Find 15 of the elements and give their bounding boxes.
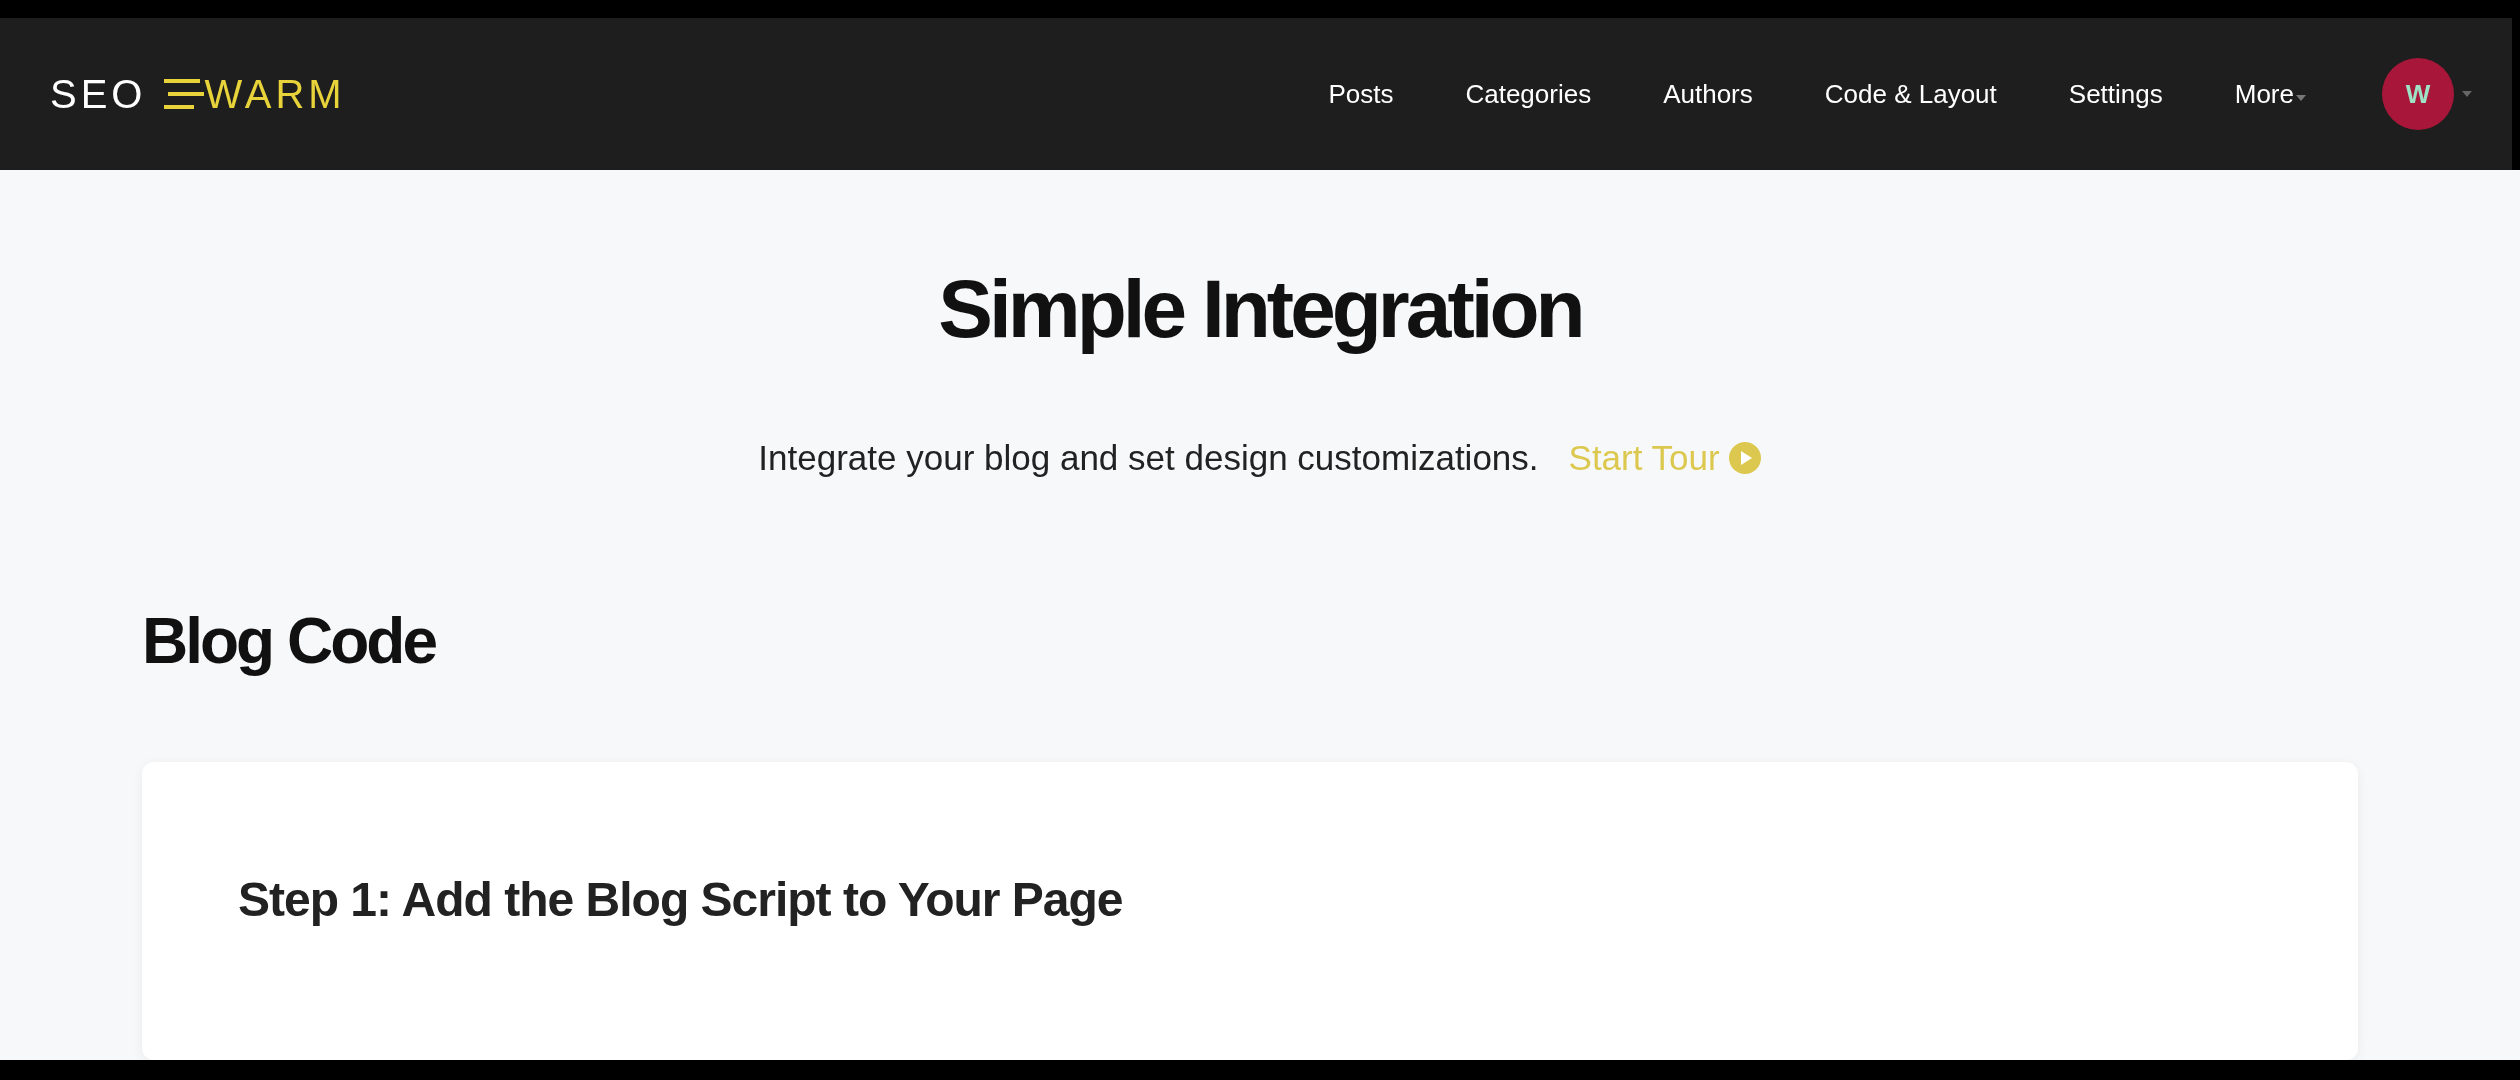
page-title: Simple Integration xyxy=(937,262,1583,356)
user-avatar[interactable]: W xyxy=(2382,58,2454,130)
nav-link[interactable]: Settings xyxy=(2032,68,2199,120)
nav-link[interactable]: Categories xyxy=(1429,68,1628,120)
section-heading: Blog Code xyxy=(142,604,437,678)
logo[interactable]: SEO WARM xyxy=(50,71,346,117)
nav-link[interactable]: Authors xyxy=(1627,68,1789,120)
nav-link[interactable]: Posts xyxy=(1292,68,1430,120)
play-icon xyxy=(1727,441,1762,475)
step-heading: Step 1: Add the Blog Script to Your Page xyxy=(238,872,1124,927)
nav-menu-dropdown[interactable]: More xyxy=(2198,68,2342,120)
caret-icon xyxy=(2296,95,2306,101)
page-subtitle: Integrate your blog and set design customizations. xyxy=(758,438,1539,478)
caret-icon xyxy=(2462,91,2472,97)
nav-link[interactable]: Code & Layout xyxy=(1788,68,2033,120)
